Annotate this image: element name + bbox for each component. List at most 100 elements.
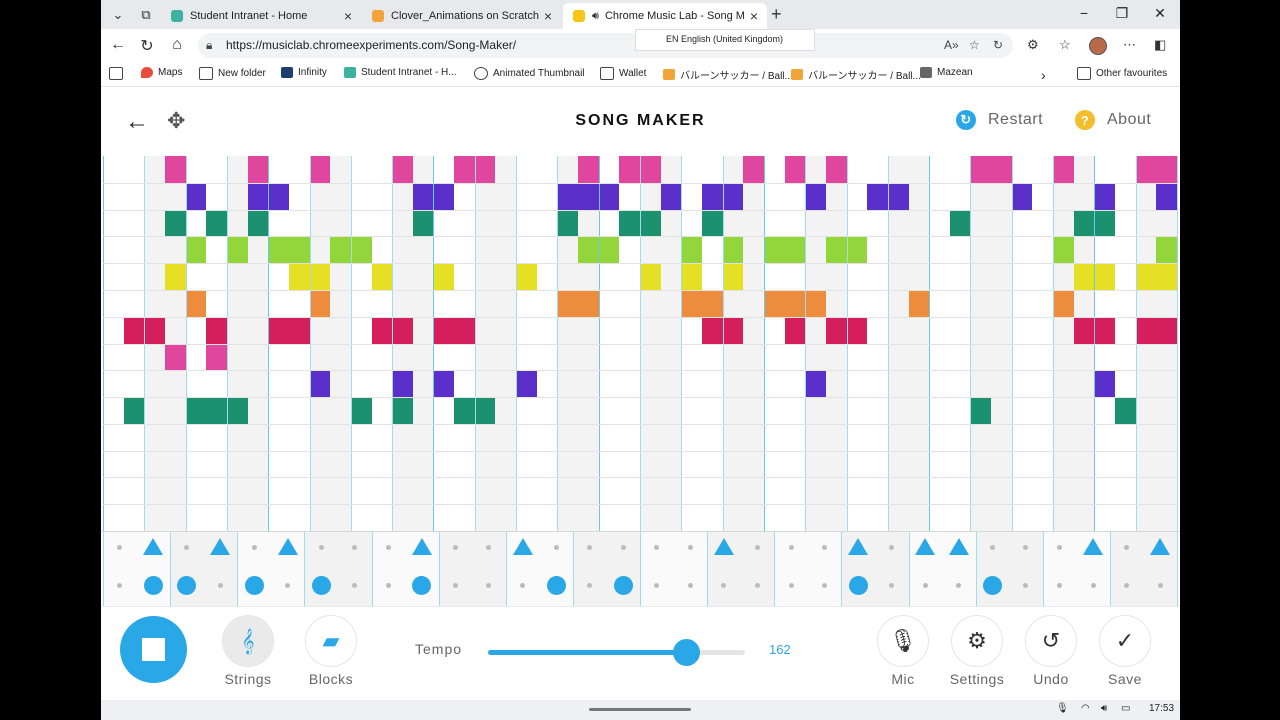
note-cell[interactable]: [598, 343, 620, 371]
note-cell[interactable]: [1135, 504, 1157, 532]
note-cell[interactable]: [206, 156, 228, 184]
note-cell[interactable]: [495, 504, 517, 532]
note-cell[interactable]: [1156, 370, 1178, 398]
note-cell[interactable]: [206, 370, 228, 398]
note-cell[interactable]: [949, 450, 971, 478]
note-cell[interactable]: [474, 343, 496, 371]
note-cell[interactable]: [1094, 289, 1116, 318]
percussion-empty-low[interactable]: [520, 583, 526, 588]
note-cell[interactable]: [743, 477, 765, 505]
note-cell[interactable]: [743, 263, 765, 291]
note-cell[interactable]: [681, 316, 703, 344]
note-cell[interactable]: [970, 209, 992, 237]
note-cell[interactable]: [226, 450, 249, 478]
note-cell[interactable]: [206, 289, 228, 318]
note-cell[interactable]: [1032, 450, 1054, 478]
note-cell-on[interactable]: [1115, 397, 1137, 425]
note-cell[interactable]: [701, 343, 724, 371]
note-cell-on[interactable]: [392, 156, 414, 184]
bookmark-maps[interactable]: Maps: [141, 67, 182, 78]
bookmark-collections-icon[interactable]: [109, 67, 128, 80]
note-cell[interactable]: [536, 236, 558, 264]
note-cell[interactable]: [1115, 209, 1137, 237]
note-cell[interactable]: [1115, 423, 1137, 452]
note-cell[interactable]: [970, 370, 992, 398]
note-cell-on[interactable]: [805, 370, 827, 398]
note-cell[interactable]: [226, 370, 249, 398]
percussion-empty-low[interactable]: [385, 583, 391, 588]
url-text[interactable]: https://musiclab.chromeexperiments.com/S…: [226, 38, 516, 52]
profile-avatar[interactable]: [1089, 37, 1107, 55]
percussion-empty-high[interactable]: [251, 545, 257, 550]
note-cell[interactable]: [371, 289, 393, 318]
tempo-slider[interactable]: [488, 639, 745, 666]
note-cell-on[interactable]: [578, 289, 600, 318]
note-cell[interactable]: [247, 504, 269, 532]
note-cell-on[interactable]: [640, 156, 662, 184]
percussion-column[interactable]: [807, 532, 842, 606]
note-cell[interactable]: [887, 289, 909, 318]
note-cell[interactable]: [1032, 316, 1054, 344]
note-cell[interactable]: [185, 316, 207, 344]
note-cell[interactable]: [1073, 289, 1095, 318]
note-cell[interactable]: [578, 450, 600, 478]
note-cell[interactable]: [805, 156, 827, 184]
note-cell[interactable]: [619, 423, 641, 452]
note-cell[interactable]: [867, 289, 889, 318]
note-cell[interactable]: [763, 504, 786, 532]
note-cell-on[interactable]: [247, 209, 269, 237]
note-cell[interactable]: [454, 423, 476, 452]
note-cell[interactable]: [887, 156, 909, 184]
note-cell[interactable]: [371, 236, 393, 264]
note-cell[interactable]: [144, 370, 166, 398]
note-cell[interactable]: [784, 504, 806, 532]
note-cell[interactable]: [929, 182, 951, 211]
melody-grid[interactable]: [103, 156, 1178, 532]
note-cell[interactable]: [288, 370, 311, 398]
note-cell-on[interactable]: [309, 263, 331, 291]
note-cell[interactable]: [1094, 156, 1116, 184]
note-cell[interactable]: [454, 450, 476, 478]
note-cell[interactable]: [247, 450, 269, 478]
note-cell[interactable]: [784, 397, 806, 425]
note-cell[interactable]: [1094, 450, 1116, 478]
percussion-empty-high[interactable]: [788, 545, 794, 550]
note-cell-on[interactable]: [908, 289, 930, 318]
note-cell[interactable]: [619, 450, 641, 478]
settings-button[interactable]: ⚙: [951, 615, 1003, 667]
note-cell[interactable]: [495, 343, 517, 371]
note-cell[interactable]: [1073, 450, 1095, 478]
note-cell[interactable]: [288, 450, 311, 478]
note-cell[interactable]: [1115, 316, 1137, 344]
note-cell-on[interactable]: [516, 370, 538, 398]
note-cell[interactable]: [681, 370, 703, 398]
note-cell[interactable]: [660, 477, 682, 505]
note-cell[interactable]: [1094, 423, 1116, 452]
note-cell[interactable]: [1011, 236, 1033, 264]
note-cell-on[interactable]: [330, 236, 352, 264]
close-tab-icon[interactable]: ×: [745, 8, 763, 24]
note-cell[interactable]: [908, 370, 930, 398]
note-cell[interactable]: [681, 343, 703, 371]
note-cell[interactable]: [330, 182, 352, 211]
note-cell[interactable]: [619, 263, 641, 291]
note-cell[interactable]: [1032, 343, 1054, 371]
percussion-empty-low[interactable]: [217, 583, 223, 588]
percussion-column[interactable]: [371, 532, 406, 606]
note-cell[interactable]: [309, 343, 331, 371]
note-cell[interactable]: [144, 343, 166, 371]
percussion-column[interactable]: [472, 532, 507, 606]
bookmark-balloon-soccer-1[interactable]: バルーンサッカー / Ball...: [663, 67, 793, 82]
note-cell-on[interactable]: [433, 316, 455, 344]
note-cell[interactable]: [474, 263, 496, 291]
note-cell-on[interactable]: [371, 316, 393, 344]
note-cell-on[interactable]: [1094, 370, 1116, 398]
note-cell[interactable]: [103, 316, 125, 344]
note-cell[interactable]: [908, 423, 930, 452]
note-cell[interactable]: [681, 397, 703, 425]
tempo-slider-thumb[interactable]: [672, 639, 700, 666]
note-cell-on[interactable]: [784, 156, 806, 184]
note-cell[interactable]: [970, 504, 992, 532]
note-cell[interactable]: [991, 423, 1013, 452]
note-cell[interactable]: [350, 450, 372, 478]
